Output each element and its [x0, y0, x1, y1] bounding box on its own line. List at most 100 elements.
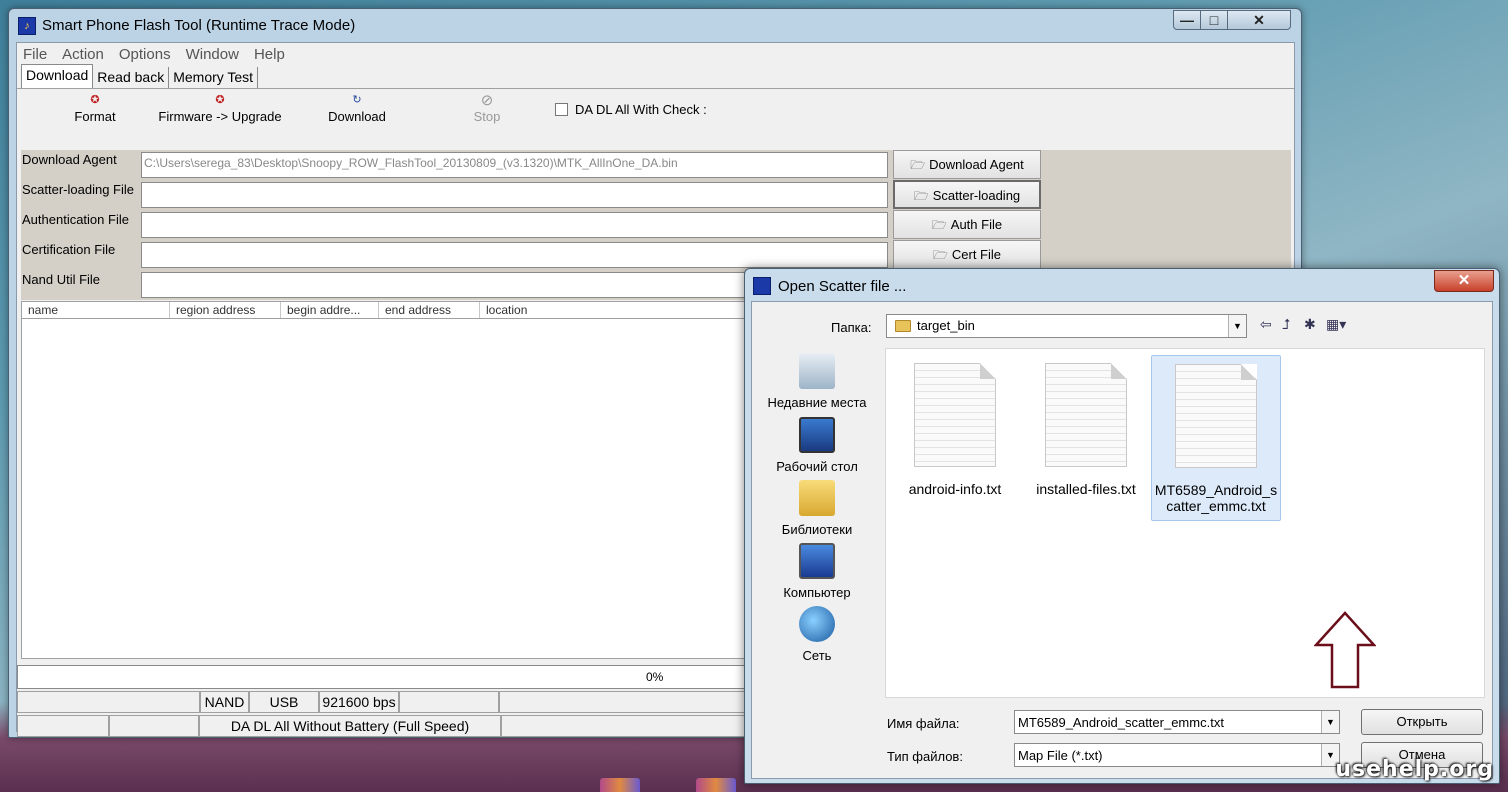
new-folder-icon[interactable]: ✱: [1304, 316, 1316, 333]
dialog-close-button[interactable]: ✕: [1434, 270, 1494, 292]
filetype-label: Тип файлов:: [887, 749, 963, 764]
folder-open-icon: 🗁: [910, 158, 926, 172]
menu-window[interactable]: Window: [186, 46, 239, 63]
download-icon: ↻: [352, 94, 362, 106]
open-scatter-dialog: Open Scatter file ... ✕ Папка: target_bi…: [744, 268, 1500, 784]
watermark: usehelp.org: [1335, 757, 1494, 782]
filetype-select[interactable]: Map File (*.txt) ▼: [1014, 743, 1340, 767]
download-agent-button[interactable]: 🗁 Download Agent: [893, 150, 1041, 179]
cert-field[interactable]: [141, 242, 888, 268]
lookin-combo[interactable]: target_bin ▼: [886, 314, 1247, 338]
tab-memory-test[interactable]: Memory Test: [169, 67, 259, 88]
folder-open-icon: 🗁: [931, 218, 947, 232]
chevron-down-icon[interactable]: ▼: [1228, 315, 1246, 337]
firmware-upgrade-icon: ✪: [215, 94, 225, 106]
scatter-loading-button-label: Scatter-loading: [932, 188, 1021, 203]
download-label: Download: [328, 109, 386, 124]
col-end-address[interactable]: end address: [379, 302, 480, 318]
dialog-app-icon: [753, 277, 771, 295]
file-item[interactable]: installed-files.txt: [1021, 355, 1151, 521]
auth-file-button[interactable]: 🗁 Auth File: [893, 210, 1041, 239]
status-nand: NAND: [200, 691, 249, 713]
folder-icon: [895, 320, 911, 332]
place-desktop-label: Рабочий стол: [776, 459, 858, 474]
format-label: Format: [74, 109, 116, 124]
minimize-button[interactable]: —: [1173, 10, 1201, 30]
format-icon: ✪: [90, 94, 100, 106]
filename-input[interactable]: MT6589_Android_scatter_emmc.txt ▼: [1014, 710, 1340, 734]
view-menu-icon[interactable]: ▦▾: [1326, 316, 1346, 333]
menu-help[interactable]: Help: [254, 46, 285, 63]
menu-action[interactable]: Action: [62, 46, 104, 63]
status-cell: [399, 691, 499, 713]
scatter-label: Scatter-loading File: [22, 182, 134, 197]
taskbar-winrar-icon[interactable]: [600, 778, 640, 792]
firmware-upgrade-button[interactable]: ✪ Firmware -> Upgrade: [155, 92, 285, 124]
auth-file-button-label: Auth File: [950, 217, 1003, 232]
computer-icon: [799, 543, 835, 579]
da-dl-checkbox[interactable]: [555, 103, 568, 116]
menu-file[interactable]: File: [23, 46, 47, 63]
download-agent-label: Download Agent: [22, 152, 117, 167]
scatter-loading-button[interactable]: 🗁 Scatter-loading: [893, 180, 1041, 209]
recent-places-icon: [799, 353, 835, 389]
place-desktop[interactable]: Рабочий стол: [752, 417, 882, 474]
download-button[interactable]: ↻ Download: [322, 92, 392, 124]
network-icon: [799, 606, 835, 642]
filename-value: MT6589_Android_scatter_emmc.txt: [1018, 715, 1224, 730]
chevron-down-icon[interactable]: ▼: [1321, 711, 1339, 733]
taskbar-winrar-icon-2[interactable]: [696, 778, 736, 792]
status-da-mode: DA DL All Without Battery (Full Speed): [199, 715, 501, 737]
place-network[interactable]: Сеть: [752, 606, 882, 663]
menu-options[interactable]: Options: [119, 46, 171, 63]
libraries-icon: [799, 480, 835, 516]
scatter-field[interactable]: [141, 182, 888, 208]
file-item-label: android-info.txt: [908, 481, 1002, 497]
tab-read-back[interactable]: Read back: [93, 67, 170, 88]
place-recent[interactable]: Недавние места: [752, 353, 882, 410]
up-folder-icon[interactable]: ⮥: [1282, 316, 1290, 333]
scatter-row: Scatter-loading File 🗁 Scatter-loading: [21, 180, 1291, 209]
download-agent-row: Download Agent C:\Users\serega_83\Deskto…: [21, 150, 1291, 179]
download-agent-field[interactable]: C:\Users\serega_83\Desktop\Snoopy_ROW_Fl…: [141, 152, 888, 178]
stop-label: Stop: [473, 109, 501, 124]
cert-label: Certification File: [22, 242, 116, 257]
close-button[interactable]: ✕: [1227, 10, 1291, 30]
back-icon[interactable]: ⇦: [1260, 316, 1272, 333]
progress-text: 0%: [646, 670, 664, 684]
file-list-view[interactable]: android-info.txt installed-files.txt MT6…: [885, 348, 1485, 698]
status-usb: USB: [249, 691, 319, 713]
stop-button[interactable]: ⊘ Stop: [467, 92, 507, 124]
place-recent-label: Недавние места: [767, 395, 867, 410]
col-location[interactable]: location: [480, 302, 600, 318]
download-agent-button-label: Download Agent: [929, 157, 1024, 172]
toolbar: ✪ Format ✪ Firmware -> Upgrade ↻ Downloa…: [17, 89, 1294, 133]
firmware-upgrade-label: Firmware -> Upgrade: [158, 109, 282, 124]
auth-field[interactable]: [141, 212, 888, 238]
place-network-label: Сеть: [802, 648, 832, 663]
tab-download[interactable]: Download: [21, 64, 94, 88]
desktop-icon: [799, 417, 835, 453]
lookin-value: target_bin: [917, 318, 975, 333]
selected-file-label-line2: catter_emmc.txt: [1166, 498, 1266, 514]
place-computer[interactable]: Компьютер: [752, 543, 882, 600]
cert-file-button-label: Cert File: [951, 247, 1001, 262]
col-region-address[interactable]: region address: [170, 302, 281, 318]
maximize-button[interactable]: □: [1200, 10, 1228, 30]
col-begin-address[interactable]: begin addre...: [281, 302, 379, 318]
open-button[interactable]: Открыть: [1361, 709, 1483, 735]
menu-bar: File Action Options Window Help: [17, 43, 1294, 65]
filetype-value: Map File (*.txt): [1018, 748, 1103, 763]
app-icon: ♪: [18, 17, 36, 35]
col-name[interactable]: name: [22, 302, 170, 318]
da-dl-check[interactable]: DA DL All With Check :: [555, 102, 707, 117]
place-libraries[interactable]: Библиотеки: [752, 480, 882, 537]
selected-file-label-line1: MT6589_Android_s: [1154, 482, 1278, 498]
cert-file-button[interactable]: 🗁 Cert File: [893, 240, 1041, 269]
folder-open-icon: 🗁: [913, 189, 929, 203]
format-button[interactable]: ✪ Format: [65, 92, 125, 124]
place-computer-label: Компьютер: [783, 585, 851, 600]
file-item-selected[interactable]: MT6589_Android_s catter_emmc.txt: [1151, 355, 1281, 521]
file-item[interactable]: android-info.txt: [890, 355, 1020, 521]
up-arrow-annotation: [1314, 611, 1376, 689]
